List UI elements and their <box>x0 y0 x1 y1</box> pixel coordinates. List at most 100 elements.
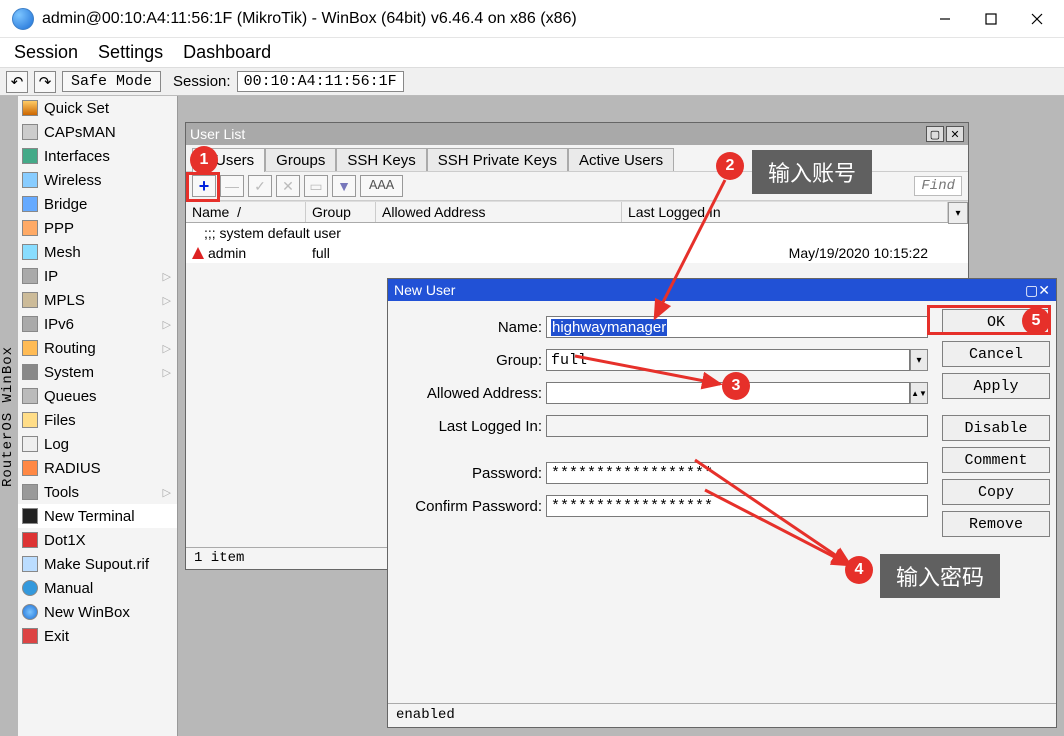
wireless-icon <box>22 172 38 188</box>
sidemenu-routing[interactable]: Routing▷ <box>18 336 177 360</box>
filter-button[interactable]: ▼ <box>332 175 356 197</box>
window-close-button[interactable]: ✕ <box>1038 282 1050 299</box>
undo-button[interactable]: ↶ <box>6 71 28 93</box>
window-restore-button[interactable]: ▢ <box>926 126 944 142</box>
tab-ssh-private-keys[interactable]: SSH Private Keys <box>427 148 568 172</box>
bridge-icon <box>22 196 38 212</box>
col-allowed[interactable]: Allowed Address <box>376 202 622 222</box>
sidemenu-files[interactable]: Files <box>18 408 177 432</box>
safe-mode-button[interactable]: Safe Mode <box>62 71 161 92</box>
sidemenu-tools[interactable]: Tools▷ <box>18 480 177 504</box>
aaa-button[interactable]: AAA <box>360 175 403 197</box>
ipv6-icon <box>22 316 38 332</box>
sidemenu-bridge[interactable]: Bridge <box>18 192 177 216</box>
comment-button[interactable]: Comment <box>942 447 1050 473</box>
confirm-password-field[interactable]: ****************** <box>546 495 928 517</box>
sidemenu-system[interactable]: System▷ <box>18 360 177 384</box>
left-vertical-tab[interactable]: RouterOS WinBox <box>0 96 18 736</box>
row-group: full <box>306 245 376 261</box>
sidemenu-new-winbox[interactable]: New WinBox <box>18 600 177 624</box>
window-restore-button[interactable]: ▢ <box>1025 282 1038 299</box>
remove-button[interactable]: Remove <box>942 511 1050 537</box>
session-label: Session: <box>173 73 231 90</box>
terminal-icon <box>22 508 38 524</box>
ip-icon <box>22 268 38 284</box>
sidemenu-make-supout[interactable]: Make Supout.rif <box>18 552 177 576</box>
minimize-button[interactable] <box>922 4 968 34</box>
disable-button[interactable]: ✕ <box>276 175 300 197</box>
callout-enter-username: 输入账号 <box>752 150 872 194</box>
session-toolbar: ↶ ↷ Safe Mode Session: 00:10:A4:11:56:1F <box>0 68 1064 96</box>
allowed-stepper[interactable]: ▲▼ <box>910 382 928 404</box>
enable-button[interactable]: ✓ <box>248 175 272 197</box>
window-close-button[interactable]: ✕ <box>946 126 964 142</box>
redo-button[interactable]: ↷ <box>34 71 56 93</box>
sidemenu-radius[interactable]: RADIUS <box>18 456 177 480</box>
sidemenu-manual[interactable]: Manual <box>18 576 177 600</box>
tab-ssh-keys[interactable]: SSH Keys <box>336 148 426 172</box>
sidemenu-dot1x[interactable]: Dot1X <box>18 528 177 552</box>
remove-button[interactable]: — <box>220 175 244 197</box>
disable-button[interactable]: Disable <box>942 415 1050 441</box>
menu-dashboard[interactable]: Dashboard <box>177 40 277 65</box>
sidemenu-log[interactable]: Log <box>18 432 177 456</box>
maximize-button[interactable] <box>968 4 1014 34</box>
label-group: Group: <box>396 352 546 369</box>
close-button[interactable] <box>1014 4 1060 34</box>
sidemenu-capsman[interactable]: CAPsMAN <box>18 120 177 144</box>
sidemenu-queues[interactable]: Queues <box>18 384 177 408</box>
col-name[interactable]: Name / <box>186 202 306 222</box>
cancel-button[interactable]: Cancel <box>942 341 1050 367</box>
annotation-badge-4: 4 <box>845 556 873 584</box>
user-list-columns: Name / Group Allowed Address Last Logged… <box>186 201 968 223</box>
sidemenu-new-terminal[interactable]: New Terminal <box>18 504 177 528</box>
sidemenu-wireless[interactable]: Wireless <box>18 168 177 192</box>
tab-groups[interactable]: Groups <box>265 148 336 172</box>
sidemenu-mpls[interactable]: MPLS▷ <box>18 288 177 312</box>
comment-button[interactable]: ▭ <box>304 175 328 197</box>
radius-icon <box>22 460 38 476</box>
name-field[interactable]: highwaymanager <box>546 316 928 338</box>
chevron-right-icon: ▷ <box>163 366 171 379</box>
sidemenu-ipv6[interactable]: IPv6▷ <box>18 312 177 336</box>
sidemenu-exit[interactable]: Exit <box>18 624 177 648</box>
dot1x-icon <box>22 532 38 548</box>
sidemenu-ppp[interactable]: PPP <box>18 216 177 240</box>
sidemenu-ip[interactable]: IP▷ <box>18 264 177 288</box>
system-icon <box>22 364 38 380</box>
table-row[interactable]: admin full May/19/2020 10:15:22 <box>186 243 968 263</box>
new-user-form: Name: highwaymanager Group: full ▾ Allow… <box>388 301 936 727</box>
columns-dropdown[interactable]: ▾ <box>948 202 968 224</box>
supout-icon <box>22 556 38 572</box>
col-group[interactable]: Group <box>306 202 376 222</box>
user-list-titlebar[interactable]: User List ▢ ✕ <box>186 123 968 145</box>
side-menu: Quick Set CAPsMAN Interfaces Wireless Br… <box>18 96 178 736</box>
user-list-rows: ;;; system default user admin full May/1… <box>186 223 968 263</box>
find-input[interactable]: Find <box>914 176 962 196</box>
sidemenu-quick-set[interactable]: Quick Set <box>18 96 177 120</box>
sidemenu-mesh[interactable]: Mesh <box>18 240 177 264</box>
col-lastlogged[interactable]: Last Logged In <box>622 202 948 222</box>
new-user-titlebar[interactable]: New User ▢ ✕ <box>388 279 1056 301</box>
group-dropdown[interactable]: ▾ <box>910 349 928 371</box>
menu-settings[interactable]: Settings <box>92 40 169 65</box>
password-field[interactable]: ****************** <box>546 462 928 484</box>
chevron-right-icon: ▷ <box>163 270 171 283</box>
copy-button[interactable]: Copy <box>942 479 1050 505</box>
apply-button[interactable]: Apply <box>942 373 1050 399</box>
new-user-window: New User ▢ ✕ Name: highwaymanager Group:… <box>387 278 1057 728</box>
sidemenu-interfaces[interactable]: Interfaces <box>18 144 177 168</box>
interfaces-icon <box>22 148 38 164</box>
ppp-icon <box>22 220 38 236</box>
add-button[interactable]: + <box>192 175 216 197</box>
new-user-status: enabled <box>388 703 1056 727</box>
chevron-right-icon: ▷ <box>163 318 171 331</box>
label-last: Last Logged In: <box>396 418 546 435</box>
label-allowed: Allowed Address: <box>396 385 546 402</box>
quickset-icon <box>22 100 38 116</box>
group-field[interactable]: full <box>546 349 910 371</box>
menu-session[interactable]: Session <box>8 40 84 65</box>
routing-icon <box>22 340 38 356</box>
tab-active-users[interactable]: Active Users <box>568 148 674 172</box>
exit-icon <box>22 628 38 644</box>
